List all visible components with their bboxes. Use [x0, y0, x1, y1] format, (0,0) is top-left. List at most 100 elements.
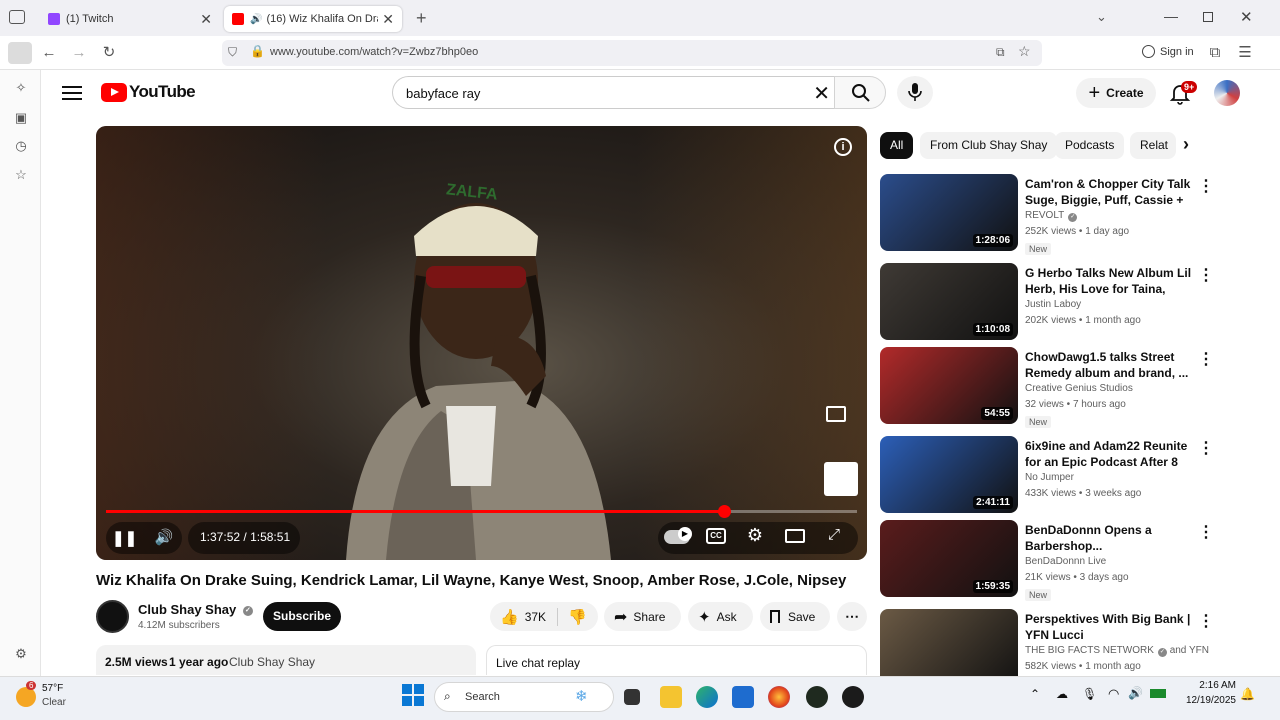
sidebar-toggle-icon[interactable]	[8, 42, 32, 64]
youtube-logo[interactable]: YouTube	[101, 82, 196, 102]
edge-browser-icon[interactable]	[696, 686, 718, 708]
settings-gear-icon[interactable]: ⚙	[744, 525, 766, 546]
search-input[interactable]: babyface ray ✕	[392, 76, 840, 109]
more-vertical-icon[interactable]: ⋮	[1198, 522, 1214, 542]
bookmark-star-icon[interactable]: ☆	[1018, 43, 1031, 60]
recommendation-item[interactable]: 1:28:06 Cam'ron & Chopper City Talk Suge,…	[880, 174, 1220, 255]
recommendation-thumbnail[interactable]: 54:55	[880, 347, 1018, 424]
recommendation-item[interactable]: 54:55 ChowDawg1.5 talks Street Remedy alb…	[880, 347, 1220, 428]
tab-overflow-chevron-icon[interactable]: ⌄	[1096, 9, 1107, 25]
recommendation-channel[interactable]: BenDaDonnn Live	[1025, 556, 1106, 567]
recommendation-title[interactable]: Cam'ron & Chopper City Talk Suge, Biggie…	[1025, 176, 1197, 208]
recommendation-title[interactable]: Perspektives With Big Bank | YFN Lucci	[1025, 611, 1197, 643]
channel-name-text[interactable]: Club Shay Shay	[138, 602, 236, 617]
translate-icon[interactable]: ⧉	[996, 45, 1005, 60]
captions-icon[interactable]: CC	[706, 528, 726, 544]
sidebar-settings-icon[interactable]: ⚙	[11, 646, 31, 662]
chatgpt-app-icon[interactable]	[806, 686, 828, 708]
recommendation-thumbnail[interactable]: 1:59:35	[880, 520, 1018, 597]
video-player[interactable]: ZALFA i ❚❚ 🔊 1:37:52 / 1:58:51 ▶ CC ⚙ ⤢	[96, 126, 867, 560]
recommendation-thumbnail[interactable]: 1:10:08	[880, 263, 1018, 340]
miniplayer-icon[interactable]	[826, 406, 846, 422]
lock-icon[interactable]: 🔒	[250, 44, 265, 58]
file-explorer-icon[interactable]	[660, 686, 682, 708]
voice-search-button[interactable]	[897, 76, 933, 109]
recommendation-item[interactable]: 1:10:08 G Herbo Talks New Album Lil Herb,…	[880, 263, 1220, 343]
history-icon[interactable]: ◷	[11, 138, 31, 154]
recommendation-title[interactable]: ChowDawg1.5 talks Street Remedy album an…	[1025, 349, 1197, 381]
speaker-tray-icon[interactable]: 🔊	[1128, 686, 1143, 700]
url-text[interactable]: www.youtube.com/watch?v=Zwbz7bhp0eo	[270, 46, 478, 58]
chip-podcasts[interactable]: Podcasts	[1055, 132, 1125, 159]
forward-arrow-icon[interactable]: →	[68, 36, 90, 70]
weather-widget[interactable]: 6 57°F Clear	[16, 681, 96, 715]
recommendation-channel-name[interactable]: Justin Laboy	[1025, 299, 1081, 310]
recommendation-title[interactable]: G Herbo Talks New Album Lil Herb, His Lo…	[1025, 265, 1197, 297]
live-chat-replay-panel[interactable]: Live chat replay	[486, 645, 867, 675]
minimize-window-button[interactable]: —	[1164, 8, 1178, 24]
recommendation-thumbnail[interactable]	[880, 609, 1018, 686]
shield-icon[interactable]: ⛉	[228, 45, 237, 60]
microphone-tray-icon[interactable]: 🎙	[1082, 687, 1097, 701]
recommendation-channel[interactable]: REVOLT ✓	[1025, 210, 1078, 222]
notification-center-icon[interactable]: 🔔	[1240, 687, 1255, 701]
bookmarks-icon[interactable]: ☆	[11, 167, 31, 183]
tab-youtube[interactable]: 🔊 (16) Wiz Khalifa On Drake S ✕	[224, 6, 402, 32]
back-arrow-icon[interactable]: ←	[38, 36, 60, 70]
recommendation-channel-name[interactable]: THE BIG FACTS NETWORK	[1025, 645, 1154, 656]
pause-icon[interactable]: ❚❚	[112, 529, 137, 547]
search-query[interactable]: babyface ray	[406, 86, 480, 101]
channel-avatar[interactable]	[96, 600, 129, 633]
start-windows-icon[interactable]	[402, 684, 424, 706]
more-vertical-icon[interactable]: ⋮	[1198, 349, 1214, 369]
steam-app-icon[interactable]	[842, 686, 864, 708]
taskbar-search[interactable]: ⌕ Search ❄	[434, 682, 614, 712]
restore-window-button[interactable]	[1203, 12, 1213, 22]
close-tab-icon[interactable]: ✕	[382, 11, 394, 28]
wifi-icon[interactable]: ◠	[1108, 686, 1119, 702]
chip-from-club-shay-shay[interactable]: From Club Shay Shay	[920, 132, 1058, 159]
progress-scrubber[interactable]	[718, 505, 732, 518]
tab-list-icon[interactable]	[9, 10, 25, 24]
taskbar-time[interactable]: 2:16 AM	[1190, 680, 1236, 691]
more-vertical-icon[interactable]: ⋮	[1198, 438, 1214, 458]
recommendation-channel[interactable]: Creative Genius Studios	[1025, 383, 1133, 394]
tray-app-icon[interactable]: ☁	[1056, 687, 1068, 701]
dislike-button[interactable]: 👎	[558, 608, 587, 626]
recommendation-title[interactable]: 6ix9ine and Adam22 Reunite for an Epic P…	[1025, 438, 1197, 470]
channel-watermark[interactable]	[824, 462, 858, 496]
video-info-icon[interactable]: i	[834, 138, 852, 156]
ai-sparkle-icon[interactable]: ✧	[11, 80, 31, 96]
recommendation-title[interactable]: BenDaDonnn Opens a Barbershop...	[1025, 522, 1197, 554]
channel-name[interactable]: Club Shay Shay ✓	[138, 602, 253, 617]
save-button[interactable]: Save	[760, 602, 830, 631]
synced-tabs-icon[interactable]: ▣	[11, 110, 31, 126]
close-tab-icon[interactable]: ✕	[200, 11, 212, 28]
user-avatar[interactable]	[1214, 80, 1240, 106]
guide-menu-icon[interactable]	[62, 82, 82, 104]
tray-overflow-chevron-icon[interactable]: ⌃	[1030, 687, 1040, 701]
chip-related[interactable]: Relat	[1130, 132, 1176, 159]
recommendation-channel-name[interactable]: BenDaDonnn Live	[1025, 556, 1106, 567]
subscribe-button[interactable]: Subscribe	[263, 602, 341, 631]
ask-button[interactable]: ✦ Ask	[688, 602, 753, 631]
more-vertical-icon[interactable]: ⋮	[1198, 611, 1214, 631]
recommendation-item[interactable]: 1:59:35 BenDaDonnn Opens a Barbershop... B…	[880, 520, 1220, 601]
battery-icon[interactable]	[1150, 689, 1166, 698]
description-box[interactable]: 2.5M views 1 year ago Club Shay Shay	[96, 645, 476, 675]
recommendation-channel-name[interactable]: No Jumper	[1025, 472, 1074, 483]
extensions-icon[interactable]: ⧉	[1204, 36, 1226, 70]
reload-icon[interactable]: ↻	[98, 36, 120, 70]
new-tab-button[interactable]: +	[416, 8, 427, 29]
create-button[interactable]: + Create	[1076, 78, 1156, 108]
browser-menu-icon[interactable]: ☰	[1234, 36, 1256, 70]
recommendation-channel[interactable]: Justin Laboy	[1025, 299, 1081, 310]
task-view-icon[interactable]	[624, 689, 640, 705]
progress-bar[interactable]	[106, 505, 857, 518]
account-button[interactable]: Sign in	[1142, 45, 1194, 58]
more-vertical-icon[interactable]: ⋮	[1198, 265, 1214, 285]
volume-icon[interactable]: 🔊	[152, 528, 176, 546]
recommendation-item[interactable]: 2:41:11 6ix9ine and Adam22 Reunite for an…	[880, 436, 1220, 516]
search-button[interactable]	[834, 76, 886, 109]
recommendation-channel-name[interactable]: Creative Genius Studios	[1025, 383, 1133, 394]
